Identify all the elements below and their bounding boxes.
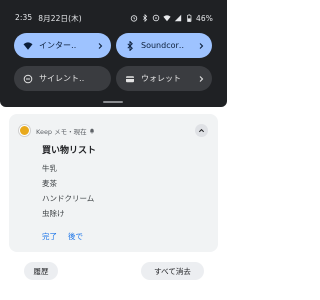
status-bar: 2:35 8月22日(木) 46% (15, 12, 213, 24)
clear-all-button[interactable]: すべて消去 (141, 262, 204, 280)
notification-shade: 2:35 8月22日(木) 46% インター‥ Soundcor‥ サイレント‥… (0, 0, 227, 300)
notification-time: 現在 (73, 127, 87, 136)
wallet-icon (125, 74, 135, 84)
drag-handle[interactable] (103, 101, 123, 103)
tile-internet-label: インター‥ (39, 41, 77, 50)
chevron-up-icon (198, 127, 205, 134)
list-item: 虫除け (42, 209, 65, 218)
later-action[interactable]: 後で (68, 231, 83, 242)
keep-notification-card[interactable]: Keep メモ・現在 買い物リスト 牛乳 麦茶 ハンドクリーム 虫除け 完了 後… (9, 114, 218, 252)
tile-internet[interactable]: インター‥ (14, 33, 111, 58)
tile-wallet[interactable]: ウォレット (116, 66, 212, 91)
bluetooth-icon (125, 40, 135, 51)
chevron-right-icon (197, 42, 205, 50)
status-date: 8月22日(木) (38, 13, 82, 23)
wifi-signal-icon (163, 14, 171, 22)
chevron-right-icon (96, 42, 104, 50)
notification-title: 買い物リスト (42, 146, 97, 156)
cell-signal-icon (174, 14, 182, 22)
keep-app-icon (19, 125, 30, 136)
collapse-button[interactable] (195, 124, 208, 137)
list-item: ハンドクリーム (42, 194, 95, 203)
alarm-icon (130, 14, 138, 22)
tile-wallet-label: ウォレット (141, 74, 181, 83)
battery-icon (185, 14, 193, 22)
notification-actions: 完了 後で (42, 231, 83, 242)
hotspot-icon (152, 14, 160, 22)
list-item: 麦茶 (42, 179, 57, 188)
tile-silent[interactable]: サイレント‥ (14, 66, 111, 91)
history-button[interactable]: 履歴 (24, 262, 58, 280)
do-not-disturb-icon (23, 74, 33, 84)
bell-icon (89, 128, 95, 136)
chevron-right-icon (197, 75, 205, 83)
tile-bluetooth[interactable]: Soundcor‥ (116, 33, 212, 58)
tile-bluetooth-label: Soundcor‥ (141, 41, 185, 50)
wifi-icon (23, 41, 33, 51)
list-item: 牛乳 (42, 164, 57, 173)
notification-header: Keep メモ・現在 (19, 125, 95, 136)
quick-settings-panel: 2:35 8月22日(木) 46% インター‥ Soundcor‥ サイレント‥… (0, 0, 227, 107)
bluetooth-status-icon (141, 14, 149, 22)
status-time: 2:35 (15, 12, 33, 22)
battery-percent: 46% (196, 13, 213, 23)
done-action[interactable]: 完了 (42, 231, 57, 242)
notification-app-name: Keep メモ・ (36, 127, 74, 136)
notification-body: 牛乳 麦茶 ハンドクリーム 虫除け (42, 161, 94, 221)
tile-silent-label: サイレント‥ (39, 74, 85, 83)
